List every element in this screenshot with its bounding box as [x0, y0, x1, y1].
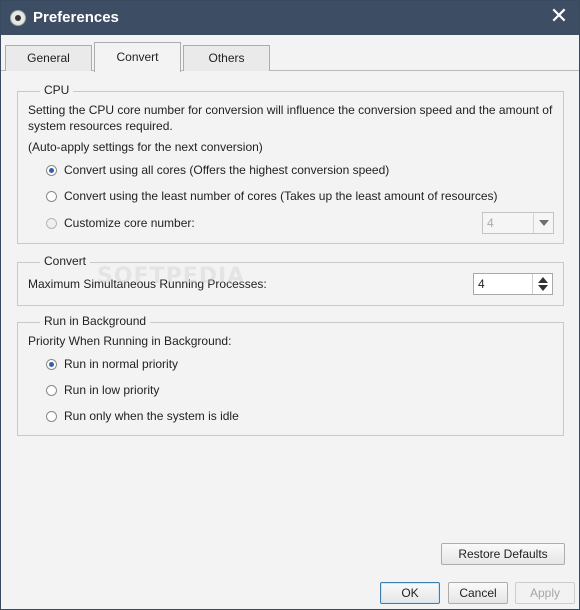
tab-others[interactable]: Others	[183, 45, 270, 71]
radio-least-cores-label: Convert using the least number of cores …	[64, 189, 498, 203]
radio-normal-priority[interactable]: Run in normal priority	[46, 356, 178, 372]
background-group: Run in Background Priority When Running …	[17, 314, 564, 436]
stepper-down-icon[interactable]	[538, 285, 548, 291]
tab-convert[interactable]: Convert	[94, 42, 181, 72]
radio-normal-priority-label: Run in normal priority	[64, 357, 179, 371]
radio-customize-cores[interactable]: Customize core number:	[46, 215, 195, 231]
radio-customize-cores-label: Customize core number:	[64, 216, 195, 230]
tab-bar: General Convert Others	[1, 35, 579, 72]
radio-button-checked[interactable]	[46, 164, 57, 176]
restore-defaults-button[interactable]: Restore Defaults	[441, 543, 565, 565]
apply-button[interactable]: Apply	[515, 582, 575, 604]
max-processes-value: 4	[478, 277, 485, 291]
stepper-up-icon[interactable]	[538, 277, 548, 283]
priority-label: Priority When Running in Background:	[28, 334, 232, 348]
cpu-description-line1: Setting the CPU core number for conversi…	[28, 103, 553, 117]
cpu-description-line2: system resources required.	[28, 119, 173, 133]
auto-apply-note: (Auto-apply settings for the next conver…	[28, 140, 263, 154]
radio-button[interactable]	[46, 190, 57, 202]
radio-idle-priority-label: Run only when the system is idle	[64, 409, 239, 423]
radio-least-cores[interactable]: Convert using the least number of cores …	[46, 188, 498, 204]
radio-button-checked[interactable]	[46, 358, 57, 370]
radio-button[interactable]	[46, 384, 57, 396]
convert-group-label: Convert	[40, 254, 91, 268]
cancel-button[interactable]: Cancel	[448, 582, 508, 604]
core-number-value: 4	[487, 216, 494, 230]
close-icon[interactable]: ✕	[547, 6, 571, 30]
window-title: Preferences	[33, 9, 119, 26]
radio-button[interactable]	[46, 410, 57, 422]
preferences-window: Preferences ✕ General Convert Others CPU…	[0, 0, 580, 610]
speaker-icon	[10, 10, 26, 26]
tab-general[interactable]: General	[5, 45, 92, 71]
title-bar[interactable]: Preferences ✕	[1, 1, 579, 35]
background-group-label: Run in Background	[40, 314, 151, 328]
core-number-select[interactable]: 4	[482, 212, 554, 234]
max-processes-stepper[interactable]: 4	[473, 273, 553, 295]
radio-all-cores-label: Convert using all cores (Offers the high…	[64, 163, 390, 177]
radio-button[interactable]	[46, 217, 57, 229]
cpu-group: CPU Setting the CPU core number for conv…	[17, 83, 564, 244]
stepper-buttons[interactable]	[532, 274, 552, 294]
chevron-down-icon[interactable]	[533, 213, 553, 233]
ok-button[interactable]: OK	[380, 582, 440, 604]
watermark: SOFTPEDIA	[97, 264, 246, 289]
radio-low-priority[interactable]: Run in low priority	[46, 382, 159, 398]
radio-idle-priority[interactable]: Run only when the system is idle	[46, 408, 239, 424]
radio-all-cores[interactable]: Convert using all cores (Offers the high…	[46, 162, 389, 178]
cpu-group-label: CPU	[40, 83, 74, 97]
radio-low-priority-label: Run in low priority	[64, 383, 160, 397]
